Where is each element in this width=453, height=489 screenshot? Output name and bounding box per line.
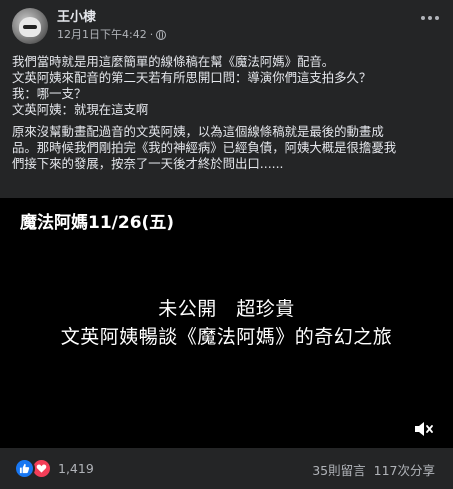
time-row: 12月1日下午4:42 · bbox=[57, 27, 167, 42]
post-header: 王小棣 12月1日下午4:42 · bbox=[12, 8, 167, 44]
globe-icon[interactable] bbox=[156, 29, 167, 40]
reaction-count: 1,419 bbox=[58, 461, 94, 476]
shares-count[interactable]: 117次分享 bbox=[374, 460, 435, 479]
post-meta: 王小棣 12月1日下午4:42 · bbox=[57, 10, 167, 42]
more-horizontal-icon[interactable] bbox=[421, 16, 439, 20]
author-name[interactable]: 王小棣 bbox=[57, 10, 166, 26]
body-line: 原來沒幫動畫配過音的文英阿姨，以為這個線條稿就是最後的動畫成 bbox=[12, 124, 384, 139]
timestamp[interactable]: 12月1日下午4:42 bbox=[57, 27, 147, 42]
body-line: 們接下來的發展，按奈了一天後才終於問出口...... bbox=[12, 156, 284, 171]
body-line: 我們當時就是用這麼簡單的線條稿在幫《魔法阿媽》配音。 bbox=[12, 54, 335, 69]
post-stats: 35則留言 117次分享 bbox=[312, 460, 435, 479]
separator-dot: · bbox=[149, 28, 154, 41]
body-line: 文英阿姨來配音的第二天若有所思開口問：導演你們這支拍多久？ bbox=[12, 70, 372, 85]
body-line: 品。那時候我們剛拍完《我的神經病》已經負債，阿姨大概是很擔憂我 bbox=[12, 140, 397, 155]
video-player[interactable]: 魔法阿媽11/26(五) 未公開 超珍貴 文英阿姨暢談《魔法阿媽》的奇幻之旅 bbox=[0, 198, 453, 448]
like-icon bbox=[14, 458, 35, 479]
body-line: 文英阿姨：就現在這支啊 bbox=[12, 102, 149, 117]
volume-muted-icon[interactable] bbox=[413, 420, 435, 438]
avatar[interactable] bbox=[12, 8, 48, 44]
video-caption-line2: 文英阿姨暢談《魔法阿媽》的奇幻之旅 bbox=[60, 326, 393, 348]
video-title-overlay: 魔法阿媽11/26(五) bbox=[20, 213, 175, 233]
body-line: 我：哪一支？ bbox=[12, 86, 87, 101]
post-body: 我們當時就是用這麼簡單的線條稿在幫《魔法阿媽》配音。 文英阿姨來配音的第二天若有… bbox=[12, 54, 442, 172]
video-caption-line1: 未公開 超珍貴 bbox=[158, 298, 295, 320]
body-paragraph-2: 原來沒幫動畫配過音的文英阿姨，以為這個線條稿就是最後的動畫成 品。那時候我們剛拍… bbox=[12, 124, 442, 172]
reactions-summary[interactable]: 1,419 bbox=[14, 458, 94, 479]
facebook-post: 王小棣 12月1日下午4:42 · 我們當時就是用這麼簡單的線條稿在幫《魔法阿媽… bbox=[0, 0, 453, 489]
comments-count[interactable]: 35則留言 bbox=[312, 460, 365, 479]
